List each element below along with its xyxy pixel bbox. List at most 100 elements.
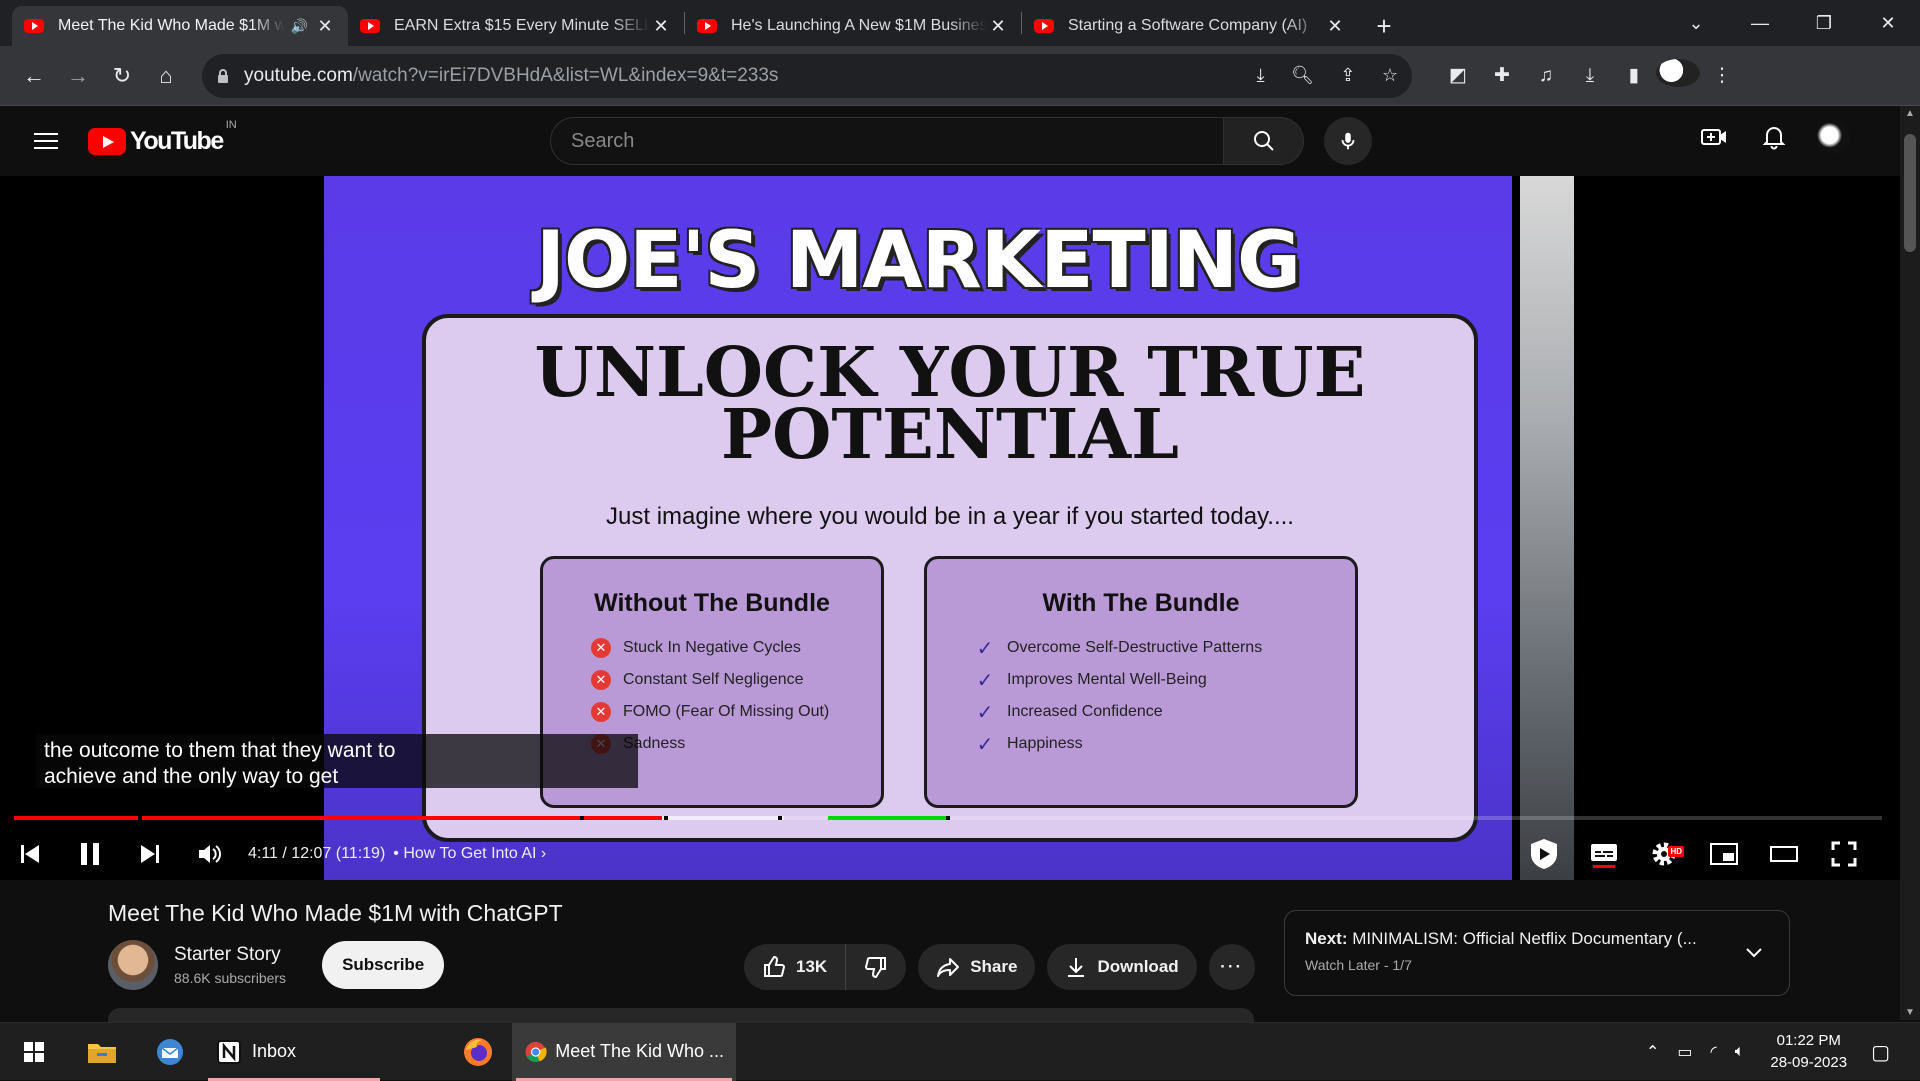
volume-icon <box>199 845 221 863</box>
start-button[interactable] <box>0 1023 68 1081</box>
settings-button[interactable]: HD <box>1634 840 1694 868</box>
tab-close-icon[interactable]: ✕ <box>650 16 672 37</box>
tab-close-icon[interactable]: ✕ <box>1324 16 1346 37</box>
pause-button[interactable] <box>60 841 120 867</box>
zoom-icon[interactable]: 🔍︎ <box>1291 65 1314 85</box>
with-bundle-title: With The Bundle <box>1042 589 1240 617</box>
browser-tab[interactable]: Starting a Software Company (AI) ✕ <box>1022 6 1358 46</box>
menu-icon[interactable] <box>34 128 58 154</box>
subscribe-button[interactable]: Subscribe <box>322 941 445 989</box>
channel-avatar[interactable] <box>108 940 158 990</box>
youtube-wordmark: YouTube <box>130 126 224 155</box>
browser-menu-icon[interactable]: ⋮ <box>1700 64 1744 87</box>
list-item-text: Stuck In Negative Cycles <box>623 639 801 656</box>
search-input[interactable]: Search <box>550 117 1224 165</box>
next-button[interactable] <box>120 842 180 866</box>
fullscreen-button[interactable] <box>1814 841 1874 867</box>
share-page-icon[interactable]: ⇪ <box>1340 65 1355 85</box>
notion-icon <box>217 1039 241 1064</box>
taskbar-clock[interactable]: 01:22 PM 28-09-2023 <box>1770 1030 1847 1074</box>
clock-time: 01:22 PM <box>1776 1032 1841 1049</box>
fullscreen-icon <box>1831 841 1857 867</box>
mail-app-button[interactable] <box>136 1023 204 1081</box>
notification-center-icon[interactable]: ▢ <box>1871 1040 1890 1065</box>
description-box[interactable] <box>108 1008 1254 1022</box>
channel-name[interactable]: Starter Story <box>174 944 286 966</box>
notifications-button[interactable] <box>1744 124 1804 150</box>
more-actions-button[interactable]: ··· <box>1208 944 1255 990</box>
speaker-icon[interactable]: 🔈︎ <box>1735 1043 1745 1061</box>
tray-overflow-chevron-icon[interactable]: ⌃ <box>1646 1042 1659 1062</box>
back-button[interactable]: ← <box>12 54 56 98</box>
search-icon <box>1253 131 1274 151</box>
clock-date: 28-09-2023 <box>1770 1054 1848 1071</box>
miniplayer-button[interactable] <box>1694 842 1754 866</box>
wifi-icon[interactable]: ◜ <box>1711 1042 1717 1062</box>
country-code: IN <box>225 118 237 131</box>
extensions-puzzle-icon[interactable]: ✚ <box>1480 64 1524 87</box>
bookmark-star-icon[interactable]: ☆ <box>1382 65 1398 85</box>
mute-button[interactable] <box>180 842 240 866</box>
side-panel-icon[interactable]: ▮ <box>1612 64 1656 87</box>
url-text[interactable]: youtube.com/watch?v=irEi7DVBHdA&list=WL&… <box>244 65 1235 87</box>
youtube-header: YouTube IN Search <box>0 106 1900 176</box>
create-button[interactable] <box>1684 125 1744 149</box>
page-scrollbar[interactable]: ▲ ▼ <box>1900 106 1920 1020</box>
address-bar[interactable]: youtube.com/watch?v=irEi7DVBHdA&list=WL&… <box>202 53 1412 98</box>
battery-icon[interactable]: ▭ <box>1677 1042 1692 1062</box>
download-button[interactable]: Download <box>1047 944 1197 990</box>
reload-button[interactable]: ↻ <box>100 54 144 98</box>
lock-icon[interactable] <box>216 68 230 83</box>
install-app-icon[interactable]: ⤓ <box>1257 65 1265 85</box>
media-control-icon[interactable]: ♫ <box>1524 65 1568 87</box>
scroll-down-arrow-icon[interactable]: ▼ <box>1905 1007 1915 1018</box>
player-controls-right: HD <box>1514 830 1874 878</box>
scrollbar-thumb[interactable] <box>1904 134 1916 252</box>
dislike-button[interactable] <box>846 944 906 990</box>
channel-info: Starter Story 88.6K subscribers Subscrib… <box>108 940 445 990</box>
list-item-text: Overcome Self-Destructive Patterns <box>1007 639 1263 656</box>
next-video-card[interactable]: Next: MINIMALISM: Official Netflix Docum… <box>1284 910 1790 996</box>
chapter-title[interactable]: • How To Get Into AI › <box>393 845 546 863</box>
subtitles-button[interactable] <box>1574 839 1634 869</box>
home-button[interactable]: ⌂ <box>144 54 188 98</box>
tab-title: Meet The Kid Who Made $1M with ChatGPT <box>58 17 285 34</box>
progress-bar[interactable] <box>14 816 1882 820</box>
downloads-icon[interactable]: ⤓ <box>1568 65 1612 87</box>
minimize-button[interactable]: — <box>1728 13 1792 34</box>
profile-avatar[interactable] <box>1656 58 1700 93</box>
tab-search-icon[interactable]: ⌄ <box>1664 13 1728 34</box>
youtube-logo[interactable]: YouTube IN <box>88 119 237 156</box>
theater-mode-button[interactable] <box>1754 844 1814 864</box>
without-bundle-title: Without The Bundle <box>594 589 830 617</box>
account-avatar[interactable] <box>1816 120 1850 154</box>
close-window-button[interactable]: ✕ <box>1856 13 1920 34</box>
list-item: ✓ Happiness <box>975 728 1355 760</box>
tab-close-icon[interactable]: ✕ <box>314 16 336 37</box>
chevron-down-icon[interactable] <box>1743 941 1765 963</box>
checkmark-icon: ✓ <box>976 701 994 724</box>
notion-inbox-button[interactable]: Inbox <box>204 1023 384 1081</box>
extension-icon[interactable]: ◩ <box>1436 64 1480 87</box>
firefox-button[interactable] <box>444 1023 512 1081</box>
scroll-up-arrow-icon[interactable]: ▲ <box>1905 108 1915 119</box>
audio-playing-icon[interactable]: 🔊 <box>291 18 308 35</box>
share-button[interactable]: Share <box>918 944 1036 990</box>
video-player[interactable]: JOE'S MARKETING UNLOCK YOUR TRUE POTENTI… <box>0 176 1900 880</box>
video-headline: UNLOCK YOUR TRUE POTENTIAL <box>426 339 1474 469</box>
browser-tab-active[interactable]: Meet The Kid Who Made $1M with ChatGPT 🔊… <box>12 6 348 46</box>
closed-caption: the outcome to them that they want to ac… <box>36 734 638 788</box>
autoplay-toggle[interactable] <box>1514 837 1574 871</box>
file-explorer-button[interactable] <box>68 1023 136 1081</box>
new-tab-button[interactable]: + <box>1364 6 1404 46</box>
previous-button[interactable] <box>0 842 60 866</box>
like-button[interactable]: 13K <box>744 944 847 990</box>
restore-button[interactable]: ❐ <box>1792 13 1856 34</box>
tab-close-icon[interactable]: ✕ <box>987 16 1009 37</box>
voice-search-button[interactable] <box>1324 117 1372 165</box>
forward-button[interactable]: → <box>56 54 100 98</box>
search-button[interactable] <box>1224 117 1304 165</box>
chrome-taskbar-button[interactable]: Meet The Kid Who ... <box>512 1022 736 1081</box>
browser-tab[interactable]: EARN Extra $15 Every Minute SELLING ✕ <box>348 6 684 46</box>
browser-tab[interactable]: He's Launching A New $1M Business ✕ <box>685 6 1021 46</box>
